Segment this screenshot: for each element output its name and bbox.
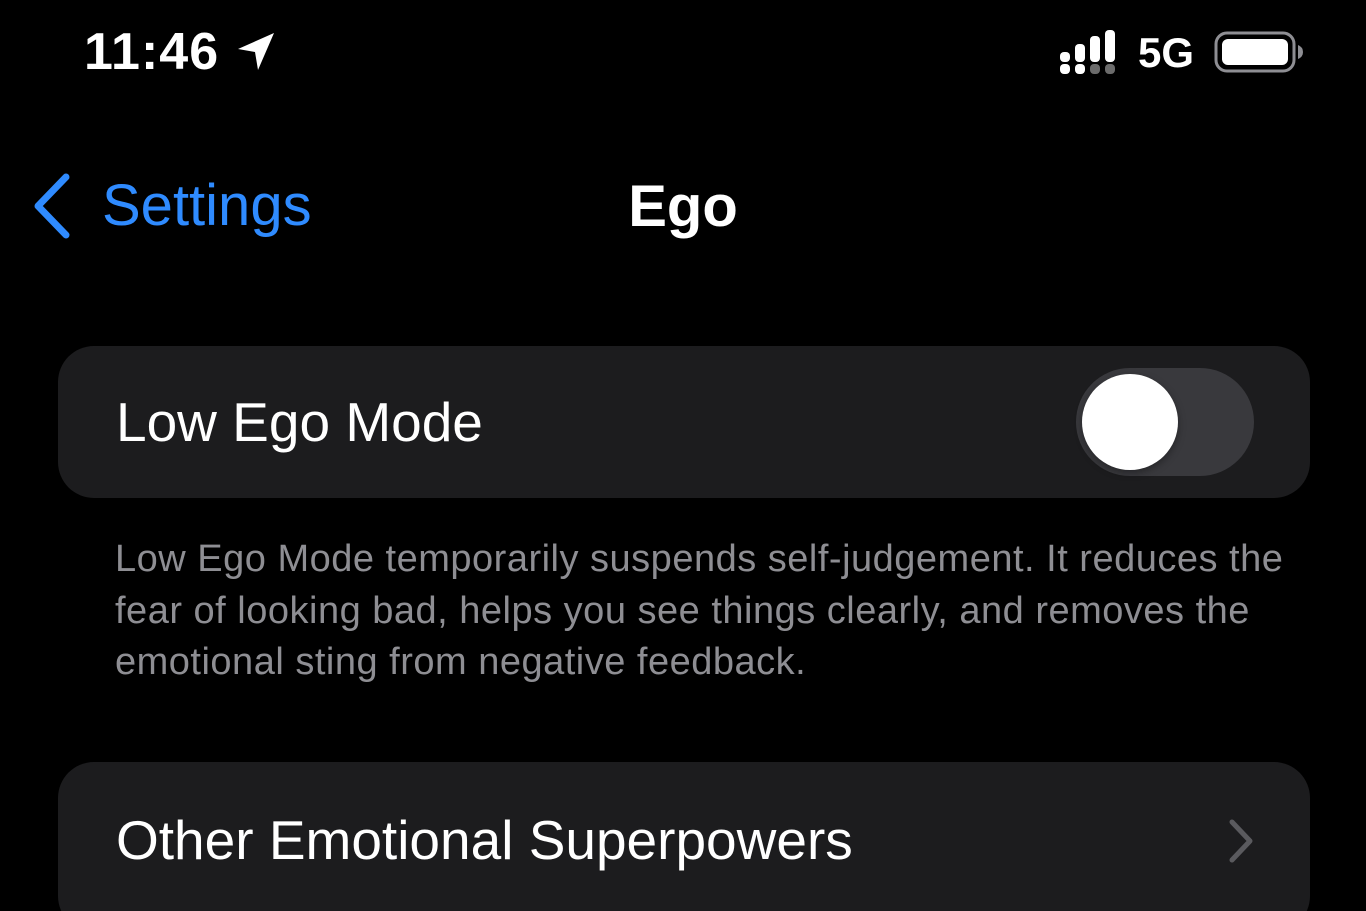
other-superpowers-label: Other Emotional Superpowers	[116, 809, 853, 871]
low-ego-mode-description: Low Ego Mode temporarily suspends self-j…	[115, 538, 1284, 683]
location-arrow-icon	[238, 33, 274, 70]
toggle-knob	[1082, 374, 1178, 470]
network-type-label: 5G	[1138, 29, 1195, 76]
ego-settings-screen: 11:46 5G Settings Ego Low Ego Mode Low E…	[0, 0, 1366, 911]
other-superpowers-row[interactable]: Other Emotional Superpowers	[58, 762, 1310, 911]
low-ego-mode-toggle[interactable]	[1076, 368, 1254, 476]
low-ego-mode-row: Low Ego Mode	[58, 346, 1310, 498]
chevron-right-icon	[1229, 819, 1253, 863]
battery-icon	[1214, 31, 1303, 73]
status-time: 11:46	[84, 23, 220, 81]
cellular-signal-icon	[1060, 30, 1115, 74]
page-title: Ego	[628, 174, 738, 239]
low-ego-mode-label: Low Ego Mode	[116, 391, 483, 453]
